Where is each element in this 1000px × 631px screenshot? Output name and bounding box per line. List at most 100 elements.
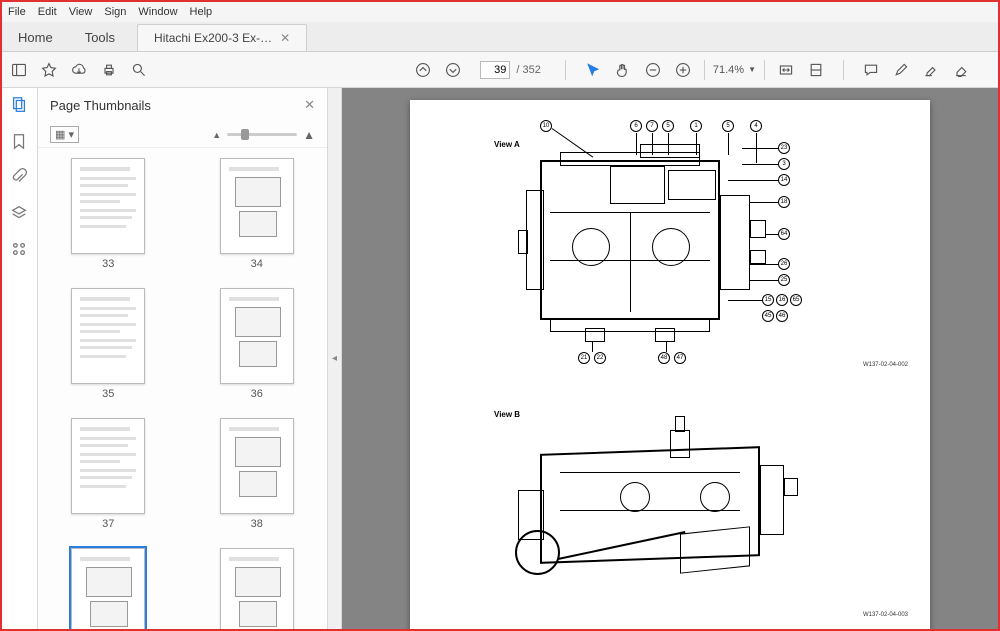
thumbnail-page[interactable]: 35 [54, 288, 163, 400]
document-viewer[interactable]: View A [342, 88, 998, 629]
callout: 3 [778, 158, 790, 170]
callout: 16 [776, 294, 788, 306]
callout: 25 [778, 274, 790, 286]
thumb-preview [220, 288, 294, 384]
view-a-label: View A [494, 140, 520, 149]
thumb-preview [71, 418, 145, 514]
callout: 18 [778, 196, 790, 208]
zoom-out-icon[interactable] [644, 61, 662, 79]
toolbar: / 352 71.4% ▼ [2, 52, 998, 88]
thumbnail-page[interactable]: 33 [54, 158, 163, 270]
menu-sign[interactable]: Sign [104, 6, 126, 18]
thumbnail-page[interactable]: 39 [54, 548, 163, 629]
zoom-in-icon[interactable] [674, 61, 692, 79]
thumb-preview [71, 158, 145, 254]
star-icon[interactable] [40, 61, 58, 79]
tab-document[interactable]: Hitachi Ex200-3 Ex-… ✕ [137, 24, 307, 51]
thumbnail-page[interactable]: 37 [54, 418, 163, 530]
close-tab-icon[interactable]: ✕ [280, 31, 290, 45]
callout: 4 [750, 120, 762, 132]
menubar: File Edit View Sign Window Help [2, 2, 998, 22]
view-b-label: View B [494, 410, 520, 419]
tabbar: Home Tools Hitachi Ex200-3 Ex-… ✕ [2, 22, 998, 52]
thumb-preview [220, 548, 294, 629]
collapse-panel-handle[interactable]: ◂ [328, 88, 342, 629]
close-panel-icon[interactable]: ✕ [304, 97, 315, 113]
tab-home[interactable]: Home [2, 24, 69, 51]
thumb-size-slider[interactable]: ▲ ▲ [89, 128, 315, 142]
app-window: File Edit View Sign Window Help Home Too… [0, 0, 1000, 631]
tab-tools[interactable]: Tools [69, 24, 131, 51]
divider [565, 60, 566, 80]
pointer-icon[interactable] [584, 61, 602, 79]
highlight-icon[interactable] [922, 61, 940, 79]
page-total: / 352 [516, 64, 540, 76]
print-icon[interactable] [100, 61, 118, 79]
thumbnails-title: Page Thumbnails [50, 98, 151, 113]
zoom-select[interactable]: 71.4% ▼ [704, 60, 765, 80]
callout: 46 [776, 310, 788, 322]
thumb-label: 35 [102, 388, 114, 400]
fit-width-icon[interactable] [777, 61, 795, 79]
callout: 23 [778, 142, 790, 154]
thumbnails-rail-icon[interactable] [10, 96, 30, 116]
slider-track[interactable] [227, 133, 297, 136]
callout: 7 [646, 120, 658, 132]
fit-page-icon[interactable] [807, 61, 825, 79]
callout: 5 [722, 120, 734, 132]
thumbnail-page[interactable]: 38 [203, 418, 312, 530]
figure-ref-b: W137-02-04-003 [863, 612, 908, 618]
large-thumb-icon: ▲ [303, 128, 315, 142]
thumbnail-page[interactable]: 40 [203, 548, 312, 629]
search-icon[interactable] [130, 61, 148, 79]
callout: 64 [778, 228, 790, 240]
thumbnail-page[interactable]: 34 [203, 158, 312, 270]
comment-icon[interactable] [862, 61, 880, 79]
thumb-label: 36 [251, 388, 263, 400]
body: Page Thumbnails ✕ ▦ ▾ ▲ ▲ 33343536373839… [2, 88, 998, 629]
thumbs-scroll[interactable]: 33343536373839404142 [38, 148, 327, 629]
callout: 10 [540, 120, 552, 132]
menu-view[interactable]: View [69, 6, 93, 18]
callout: 1 [690, 120, 702, 132]
thumb-preview [220, 158, 294, 254]
sidebar-toggle-icon[interactable] [10, 61, 28, 79]
attachment-rail-icon[interactable] [10, 168, 30, 188]
callout: 65 [790, 294, 802, 306]
thumb-label: 37 [102, 518, 114, 530]
menu-window[interactable]: Window [138, 6, 177, 18]
more-rail-icon[interactable] [10, 240, 30, 260]
figure-ref-a: W137-02-04-002 [863, 362, 908, 368]
slider-thumb[interactable] [241, 129, 249, 140]
callout: 14 [778, 174, 790, 186]
menu-help[interactable]: Help [190, 6, 213, 18]
zoom-value: 71.4% [713, 64, 744, 76]
callout: 45 [762, 310, 774, 322]
left-rail [2, 88, 38, 629]
thumb-preview [71, 288, 145, 384]
chevron-down-icon: ▼ [748, 65, 756, 74]
menu-file[interactable]: File [8, 6, 26, 18]
bookmark-rail-icon[interactable] [10, 132, 30, 152]
cloud-icon[interactable] [70, 61, 88, 79]
thumb-options-icon[interactable]: ▦ ▾ [50, 126, 79, 143]
thumb-label: 34 [251, 258, 263, 270]
page-indicator: / 352 [480, 61, 540, 79]
page-number-input[interactable] [480, 61, 510, 79]
layers-rail-icon[interactable] [10, 204, 30, 224]
callout: 6 [630, 120, 642, 132]
tab-document-label: Hitachi Ex200-3 Ex-… [154, 31, 272, 45]
divider [843, 60, 844, 80]
erase-icon[interactable] [952, 61, 970, 79]
thumbnails-panel: Page Thumbnails ✕ ▦ ▾ ▲ ▲ 33 34 35 36 37 38 39… [38, 88, 328, 629]
pdf-page: View A [410, 100, 930, 629]
callout: 21 [578, 352, 590, 364]
menu-edit[interactable]: Edit [38, 6, 57, 18]
pen-icon[interactable] [892, 61, 910, 79]
thumbnail-page[interactable]: 36 [203, 288, 312, 400]
thumb-preview [220, 418, 294, 514]
page-up-icon[interactable] [414, 61, 432, 79]
hand-icon[interactable] [614, 61, 632, 79]
callout: 22 [594, 352, 606, 364]
page-down-icon[interactable] [444, 61, 462, 79]
